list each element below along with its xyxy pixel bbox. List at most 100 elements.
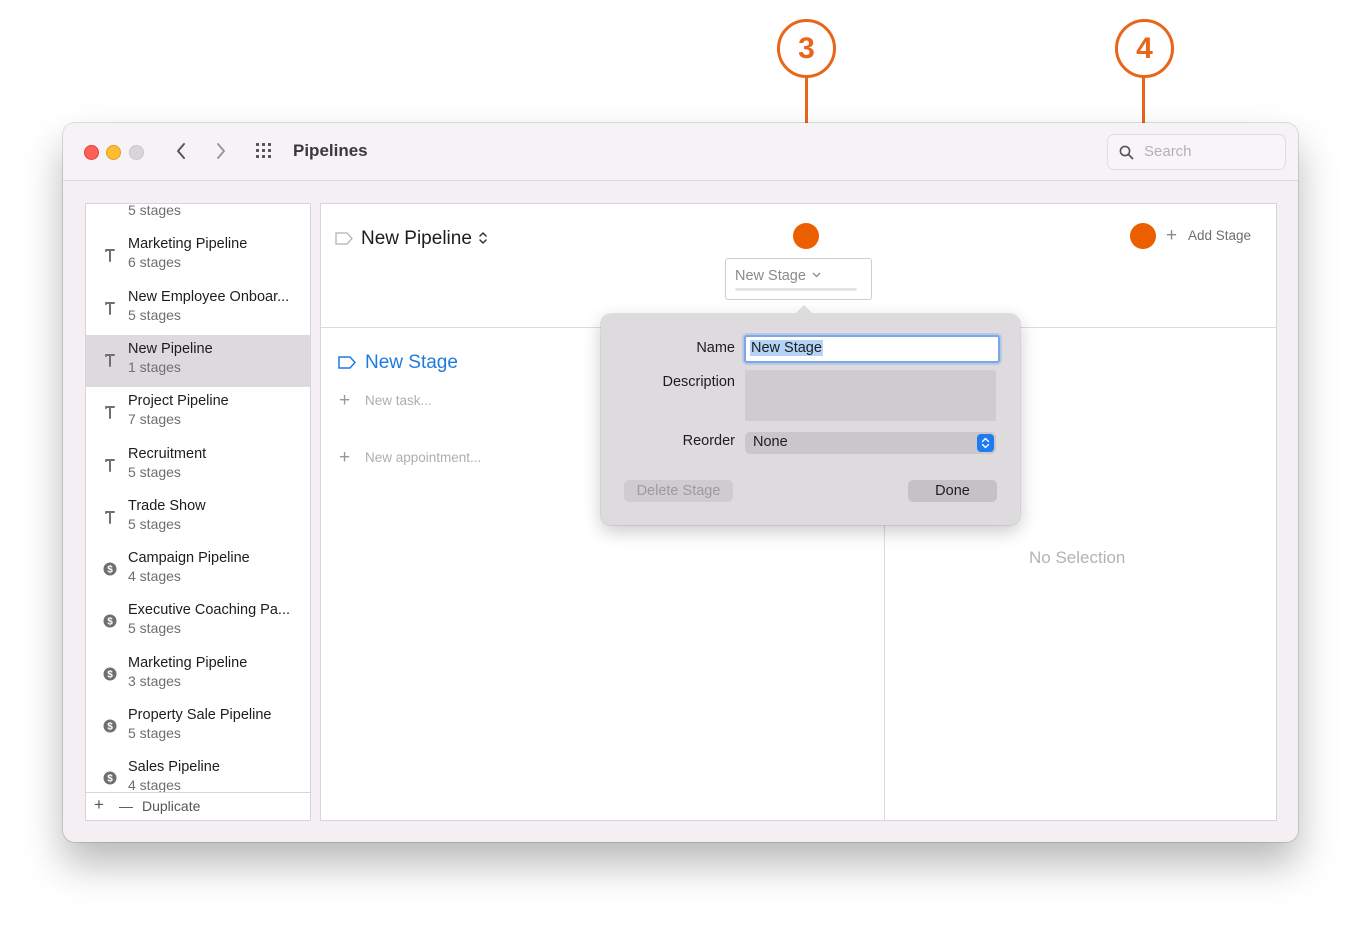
dollar-icon: $ — [103, 666, 117, 682]
apps-grid-icon[interactable] — [255, 142, 275, 162]
sidebar-item[interactable]: Marketing Pipeline 6 stages — [86, 230, 310, 282]
search-input[interactable] — [1142, 142, 1276, 161]
stage-tag-icon — [338, 356, 356, 369]
sidebar-item-stage-count: 3 stages — [128, 672, 181, 689]
callout-4: 4 — [1115, 19, 1174, 78]
sidebar-item-name: Campaign Pipeline — [128, 550, 250, 567]
callout-4-marker — [1130, 223, 1156, 249]
sidebar-item-name: Executive Coaching Pa... — [128, 602, 291, 619]
remove-pipeline-button[interactable]: — — [119, 798, 133, 814]
popover-arrow — [794, 305, 814, 315]
sidebar-item-stage-count: 5 stages — [128, 463, 181, 480]
sidebar-item[interactable]: Project Pipeline 7 stages — [86, 387, 310, 439]
zoom-window-button[interactable] — [129, 145, 144, 160]
chevron-left-icon — [177, 143, 185, 159]
sidebar-item[interactable]: $ Executive Coaching Pa... 5 stages — [86, 596, 310, 648]
hammer-icon — [103, 404, 117, 420]
sidebar-item-name: Trade Show — [128, 497, 206, 514]
sidebar-item-stage-count: 5 stages — [128, 620, 181, 637]
sidebar-item[interactable]: Trade Show 5 stages — [86, 492, 310, 544]
hammer-icon — [103, 300, 117, 316]
add-pipeline-button[interactable]: + — [94, 795, 104, 815]
plus-icon: + — [339, 390, 351, 411]
sidebar-item-stage-count: 6 stages — [128, 254, 181, 271]
name-label: Name — [696, 340, 735, 356]
reorder-value: None — [753, 434, 788, 450]
svg-text:$: $ — [107, 774, 113, 785]
plus-icon: + — [1166, 225, 1178, 246]
callout-3: 3 — [777, 19, 836, 78]
sidebar-item-name: Sales Pipeline — [128, 759, 220, 776]
dollar-icon: $ — [103, 561, 117, 577]
forward-button[interactable] — [209, 139, 233, 163]
new-appointment-label: New appointment... — [365, 450, 482, 465]
description-field[interactable] — [745, 370, 996, 421]
updown-arrows-icon — [977, 434, 994, 452]
pipeline-title[interactable]: New Pipeline — [361, 228, 472, 250]
plus-icon: + — [339, 447, 351, 468]
dollar-icon: $ — [103, 718, 117, 734]
svg-text:$: $ — [107, 669, 113, 680]
sidebar-item-name: Property Sale Pipeline — [128, 707, 272, 723]
stage-tab[interactable]: New Stage — [725, 258, 872, 300]
sidebar-item-name: New Pipeline — [128, 340, 213, 357]
new-task-label: New task... — [365, 393, 432, 408]
reorder-label: Reorder — [682, 433, 735, 449]
duplicate-button[interactable]: Duplicate — [142, 798, 200, 814]
sidebar-item[interactable]: 5 stages — [86, 203, 310, 230]
stage-name[interactable]: New Stage — [365, 352, 458, 374]
description-label: Description — [662, 374, 735, 390]
sidebar-footer: + — Duplicate — [86, 792, 310, 820]
hammer-icon — [103, 247, 117, 263]
sidebar-item-stage-count: 5 stages — [128, 306, 181, 323]
stage-name-field[interactable]: New Stage — [744, 335, 1000, 363]
back-button[interactable] — [169, 139, 193, 163]
hammer-icon — [103, 509, 117, 525]
stage-name-value: New Stage — [750, 340, 823, 356]
sidebar-item[interactable]: $ Campaign Pipeline 4 stages — [86, 544, 310, 596]
reorder-select[interactable]: None — [745, 432, 996, 454]
sidebar-item-stage-count: 5 stages — [128, 203, 181, 218]
sidebar-item-stage-count: 4 stages — [128, 568, 181, 585]
add-stage-label: Add Stage — [1188, 228, 1252, 243]
minimize-window-button[interactable] — [106, 145, 121, 160]
sidebar-item-stage-count: 1 stages — [128, 358, 181, 375]
sidebar-item[interactable]: New Pipeline 1 stages — [86, 334, 310, 387]
sidebar-item-name: Recruitment — [128, 445, 207, 462]
svg-text:$: $ — [107, 565, 113, 576]
search-icon — [1119, 145, 1134, 160]
hammer-icon — [103, 352, 117, 368]
sidebar-item-stage-count: 7 stages — [128, 411, 181, 428]
sidebar-item-name: Marketing Pipeline — [128, 236, 248, 253]
sidebar-item[interactable]: New Employee Onboar... 5 stages — [86, 283, 310, 335]
chevron-right-icon — [217, 143, 225, 159]
stage-tab-label: New Stage — [735, 268, 806, 284]
titlebar: Pipelines — [63, 123, 1298, 181]
sidebar-item[interactable]: $ Marketing Pipeline 3 stages — [86, 649, 310, 701]
sidebar-item-stage-count: 4 stages — [128, 777, 181, 794]
stage-popover: Name New Stage Description Reorder None … — [601, 305, 1020, 525]
sidebar-item[interactable]: $ Property Sale Pipeline 5 stages — [86, 701, 310, 753]
search-field[interactable] — [1107, 134, 1286, 170]
done-button[interactable]: Done — [908, 480, 997, 502]
updown-chevron-icon[interactable] — [478, 231, 488, 245]
sidebar-item-name: Marketing Pipeline — [128, 654, 248, 671]
tag-icon — [335, 232, 353, 245]
callout-3-marker — [793, 223, 819, 249]
svg-text:$: $ — [107, 722, 113, 733]
stage-progress-bar — [735, 288, 857, 291]
no-selection-label: No Selection — [1029, 548, 1126, 567]
chevron-down-icon — [812, 272, 821, 278]
sidebar-item[interactable]: Recruitment 5 stages — [86, 440, 310, 492]
sidebar-item-stage-count: 5 stages — [128, 725, 181, 741]
pipeline-list: 5 stages Marketing Pipeline 6 stages New Em… — [85, 203, 311, 821]
delete-stage-button[interactable]: Delete Stage — [624, 480, 733, 502]
svg-text:$: $ — [107, 617, 113, 628]
window-title: Pipelines — [293, 141, 368, 160]
sidebar-item-name: New Employee Onboar... — [128, 288, 290, 305]
sidebar-item-name: Project Pipeline — [128, 393, 229, 410]
sidebar-item-stage-count: 5 stages — [128, 515, 181, 532]
dollar-icon: $ — [103, 770, 117, 786]
close-window-button[interactable] — [84, 145, 99, 160]
dollar-icon: $ — [103, 613, 117, 629]
